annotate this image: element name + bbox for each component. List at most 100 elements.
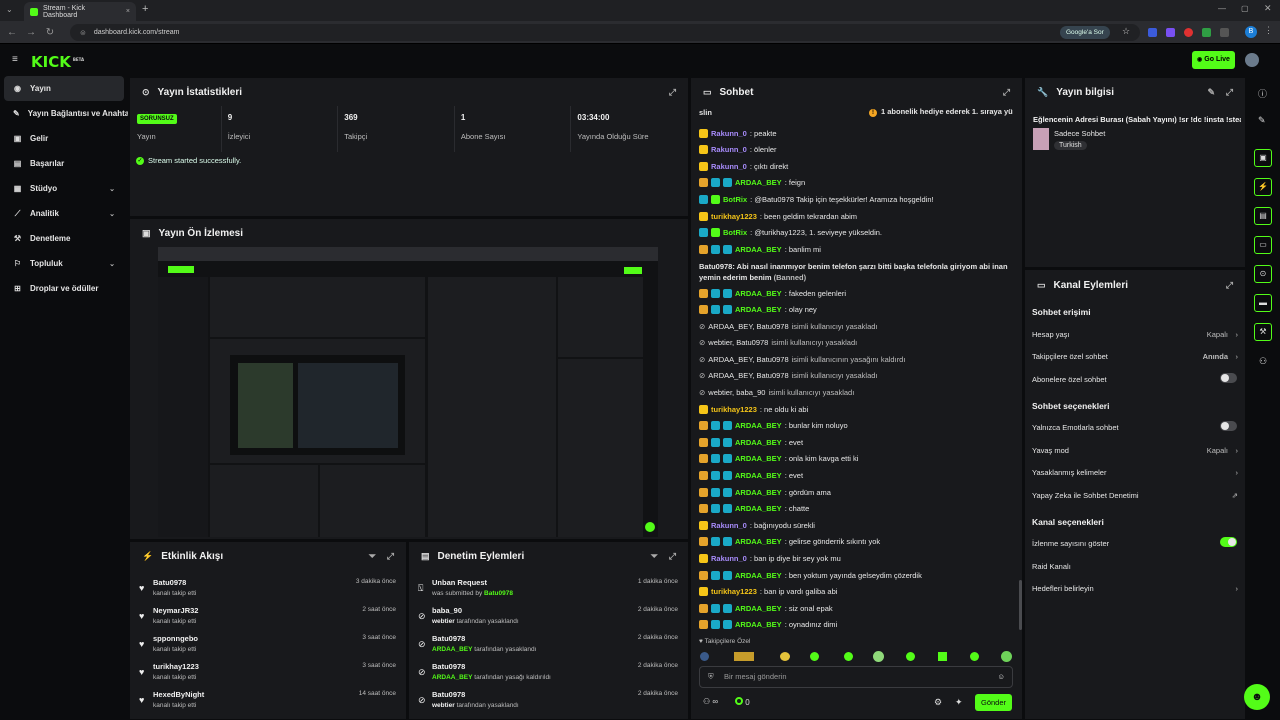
account-age-row[interactable]: Hesap yaşı Kapalı › (1032, 330, 1238, 346)
user-avatar[interactable] (1245, 53, 1259, 67)
emote-icon[interactable] (734, 652, 754, 661)
site-info-icon[interactable]: ⊜ (80, 29, 86, 37)
chat-username[interactable]: BotRix (723, 228, 747, 237)
banned-words-row[interactable]: Yasaklanmış kelimeler › (1032, 468, 1238, 484)
rail-chat-icon[interactable]: ▭ (1254, 236, 1272, 254)
chat-username[interactable]: turikhay1223 (711, 212, 757, 221)
chat-username[interactable]: turikhay1223 (711, 405, 757, 414)
ai-moderation-row[interactable]: Yapay Zeka ile Sohbet Denetimi ⇗ (1032, 491, 1238, 507)
info-icon[interactable]: ⓘ (1258, 87, 1267, 100)
emote-icon[interactable] (780, 652, 790, 661)
chat-username[interactable]: ARDAA_BEY (735, 537, 782, 546)
chat-settings-icon[interactable]: ⚙ (934, 697, 942, 708)
chat-username[interactable]: ARDAA_BEY (735, 305, 782, 314)
goals-row[interactable]: Hedefleri belirleyin › (1032, 584, 1238, 600)
url-field[interactable]: ⊜ dashboard.kick.com/stream (70, 24, 1140, 41)
forward-icon[interactable]: → (25, 27, 37, 39)
sidebar-item-analitik[interactable]: ⟋ Analitik ⌄ (0, 201, 128, 226)
mod-target[interactable]: baba_90 (432, 606, 462, 615)
mod-actor[interactable]: ARDAA_BEY (432, 674, 472, 681)
rail-preview-icon[interactable]: ▣ (1254, 149, 1272, 167)
emote-icon[interactable] (938, 652, 947, 661)
chat-username[interactable]: Rakunn_0 (711, 554, 747, 563)
extension-1-icon[interactable] (1148, 28, 1157, 37)
chat-username[interactable]: Rakunn_0 (711, 129, 747, 138)
emote-icon[interactable] (844, 652, 853, 661)
filter-icon[interactable]: ⏷ (651, 551, 658, 562)
chat-username[interactable]: Rakunn_0 (711, 521, 747, 530)
bookmark-star-icon[interactable]: ☆ (1122, 26, 1130, 37)
activity-user[interactable]: HexedByNight (153, 690, 204, 699)
emoji-icon[interactable]: ☺ (997, 667, 1005, 687)
rail-channel-icon[interactable]: ▬ (1254, 294, 1272, 312)
chat-username[interactable]: ARDAA_BEY (735, 421, 782, 430)
extension-2-icon[interactable] (1166, 28, 1175, 37)
reload-icon[interactable]: ↻ (44, 27, 56, 39)
chat-username[interactable]: ARDAA_BEY (735, 604, 782, 613)
chat-username[interactable]: ARDAA_BEY (735, 289, 782, 298)
emote-icon[interactable] (906, 652, 915, 661)
chat-username[interactable]: ARDAA_BEY (735, 438, 782, 447)
sidebar-item-gelir[interactable]: ▣ Gelir (0, 126, 128, 151)
filter-icon[interactable]: ⏷ (369, 551, 376, 562)
rail-users-icon[interactable]: ⚇ (1259, 356, 1267, 367)
emote-icon[interactable] (873, 651, 884, 662)
go-live-button[interactable]: ◉ Go Live (1192, 51, 1235, 69)
sidebar-item-yayin[interactable]: ◉ Yayın (4, 76, 124, 101)
minimize-icon[interactable]: — (1218, 4, 1226, 13)
subs-chat-toggle[interactable] (1220, 373, 1237, 383)
mod-actor[interactable]: Batu0978 (484, 590, 513, 597)
chat-message-input[interactable]: ⛨ Bir mesaj gönderin ☺ (699, 666, 1013, 688)
chat-username[interactable]: ARDAA_BEY (735, 504, 782, 513)
expand-icon[interactable]: ⤢ (669, 551, 676, 562)
chat-username[interactable]: turikhay1223 (711, 587, 757, 596)
profile-avatar[interactable]: B (1245, 26, 1257, 38)
mod-target[interactable]: Batu0978 (432, 634, 465, 643)
raid-row[interactable]: Raid Kanalı (1032, 562, 1238, 578)
mod-tools-icon[interactable]: ✦ (955, 697, 963, 708)
mod-target[interactable]: Batu0978 (432, 662, 465, 671)
emote-icon[interactable] (1001, 651, 1012, 662)
chat-username[interactable]: ARDAA_BEY (735, 454, 782, 463)
mod-actor[interactable]: ARDAA_BEY (432, 646, 472, 653)
chat-username[interactable]: ARDAA_BEY (735, 471, 782, 480)
rail-wrench-icon[interactable]: ⚒ (1254, 323, 1272, 341)
activity-user[interactable]: Batu0978 (153, 578, 186, 587)
chat-username[interactable]: ARDAA_BEY (735, 245, 782, 254)
rail-document-icon[interactable]: ▤ (1254, 207, 1272, 225)
rail-stats-icon[interactable]: ⊙ (1254, 265, 1272, 283)
mod-target[interactable]: Unban Request (432, 578, 487, 587)
mod-actor[interactable]: webtier (432, 702, 455, 709)
stream-preview-video[interactable] (158, 247, 658, 537)
rail-lightning-icon[interactable]: ⚡ (1254, 178, 1272, 196)
expand-icon[interactable]: ⤢ (669, 87, 676, 98)
edit-icon[interactable]: ✎ (1207, 87, 1215, 98)
sidebar-item-basarilar[interactable]: ▤ Başarılar (0, 151, 128, 176)
close-window-icon[interactable]: ✕ (1264, 3, 1272, 14)
sidebar-item-droplar[interactable]: ⊞ Droplar ve ödüller (0, 276, 128, 301)
expand-icon[interactable]: ⤢ (387, 551, 394, 562)
emote-icon[interactable] (810, 652, 819, 661)
sidebar-item-stream-key[interactable]: ✎ Yayın Bağlantısı ve Anahtarı (0, 101, 128, 126)
stream-category[interactable]: Sadece Sohbet (1054, 129, 1105, 138)
maximize-icon[interactable]: ▢ (1241, 4, 1249, 13)
activity-user[interactable]: turikhay1223 (153, 662, 199, 671)
browser-tab[interactable]: Stream - Kick Dashboard × (24, 2, 136, 21)
show-viewers-toggle[interactable] (1220, 537, 1237, 547)
followers-chat-row[interactable]: Takipçilere özel sohbet Anında › (1032, 352, 1238, 368)
chat-username[interactable]: BotRix (723, 195, 747, 204)
mod-target[interactable]: Batu0978 (432, 690, 465, 699)
help-chat-button[interactable]: ☻ (1244, 684, 1270, 710)
edit-layout-icon[interactable]: ✎ (1258, 115, 1266, 126)
tab-list-icon[interactable]: ⌄ (6, 5, 13, 14)
google-sor-button[interactable]: Google'a Sor (1060, 26, 1110, 39)
emote-icon[interactable] (970, 652, 979, 661)
extensions-puzzle-icon[interactable] (1220, 28, 1229, 37)
sidebar-item-studyo[interactable]: ▦ Stüdyo ⌄ (0, 176, 128, 201)
hamburger-menu-icon[interactable]: ≡ (12, 54, 18, 65)
browser-menu-icon[interactable]: ⋮ (1264, 25, 1273, 36)
sidebar-item-denetleme[interactable]: ⚒ Denetleme (0, 226, 128, 251)
chat-username[interactable]: Rakunn_0 (711, 162, 747, 171)
channel-points[interactable]: 0 (735, 697, 750, 707)
slow-mode-row[interactable]: Yavaş mod Kapalı › (1032, 446, 1238, 462)
